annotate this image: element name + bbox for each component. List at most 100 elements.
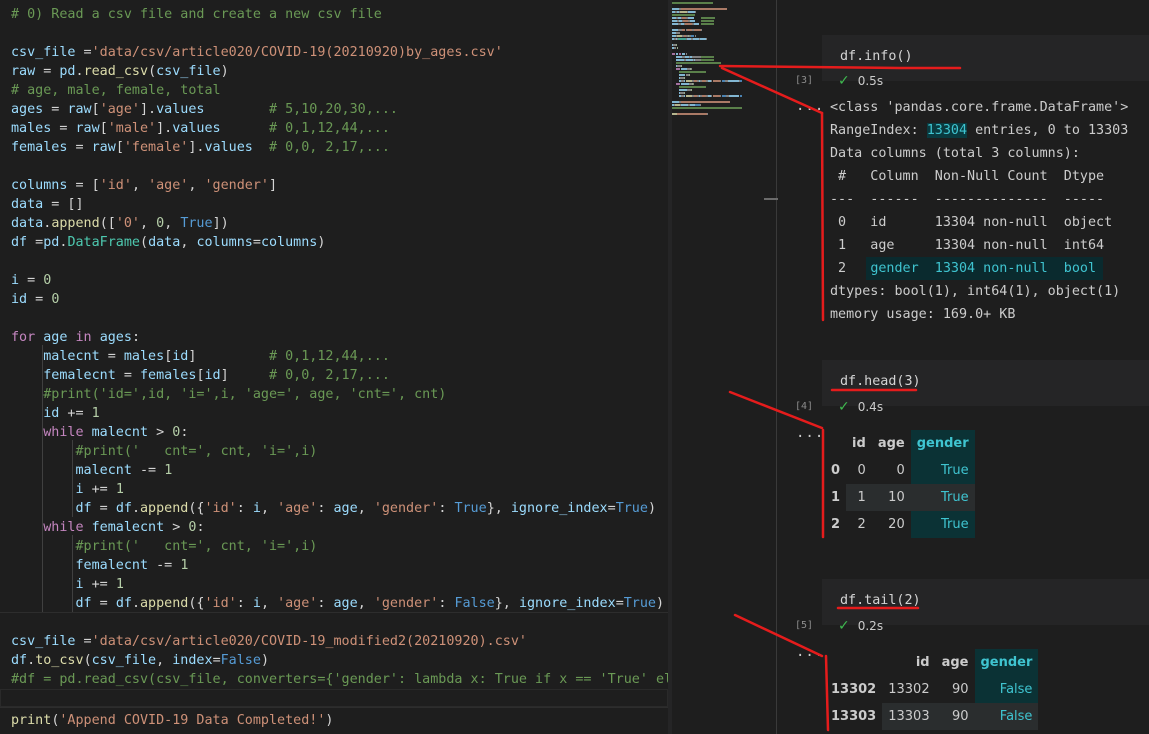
code-token: 'age' bbox=[277, 501, 318, 516]
code-token: # 0,0, 2,17,... bbox=[269, 368, 390, 383]
code-token: raw bbox=[75, 121, 100, 136]
table-cell: 20 bbox=[888, 517, 905, 532]
code-line[interactable]: i += 1 bbox=[11, 480, 124, 499]
code-token: [ bbox=[115, 140, 124, 155]
code-line[interactable]: #df = pd.read_csv(csv_file, converters={… bbox=[11, 670, 668, 689]
table-row: 2 2 20 True bbox=[825, 511, 975, 538]
code-token: DataFrame bbox=[67, 235, 140, 250]
code-line[interactable]: while malecnt > 0: bbox=[11, 423, 188, 442]
code-line[interactable]: raw = pd.read_csv(csv_file) bbox=[11, 62, 229, 81]
minimap-stroke bbox=[689, 74, 690, 76]
exec-time: 0.4s bbox=[857, 400, 884, 414]
cell-code-info[interactable]: df.info() bbox=[840, 49, 913, 64]
output-menu-button[interactable]: ... bbox=[796, 98, 824, 114]
info-row-id: 0 id 13304 non-null object bbox=[830, 215, 1113, 230]
table-cell: 0 bbox=[896, 463, 905, 478]
minimap-stroke bbox=[675, 59, 684, 61]
scrollbar-track[interactable] bbox=[776, 0, 777, 734]
code-token: values bbox=[156, 102, 205, 117]
code-token: = bbox=[75, 634, 92, 649]
code-editor[interactable]: # 0) Read a csv file and create a new cs… bbox=[0, 0, 668, 734]
minimap-stroke bbox=[692, 83, 694, 85]
code-token: id bbox=[172, 349, 189, 364]
column-header bbox=[825, 430, 846, 457]
minimap-stroke bbox=[679, 71, 707, 73]
output-menu-button[interactable]: ... bbox=[796, 425, 824, 441]
minimap-stroke bbox=[675, 68, 681, 70]
minimap-stroke bbox=[690, 20, 696, 22]
execution-count: [5] bbox=[795, 620, 814, 631]
code-token: ) bbox=[260, 653, 269, 668]
code-line[interactable]: # age, male, female, total bbox=[11, 81, 221, 100]
code-token: : bbox=[180, 425, 189, 440]
code-line[interactable]: print('Append COVID-19 Data Completed!') bbox=[11, 711, 333, 730]
code-line[interactable]: femalecnt -= 1 bbox=[11, 556, 189, 575]
code-line[interactable]: df = df.append({'id': i, 'age': age, 'ge… bbox=[11, 594, 665, 613]
code-token: = bbox=[43, 102, 68, 117]
code-line[interactable]: data = [] bbox=[11, 195, 84, 214]
code-line[interactable]: id = 0 bbox=[11, 290, 59, 309]
code-line[interactable]: #print(' cnt=', cnt, 'i=',i) bbox=[11, 537, 318, 556]
code-line[interactable]: malecnt -= 1 bbox=[11, 461, 173, 480]
cell-code-tail[interactable]: df.tail(2) bbox=[840, 593, 921, 608]
code-token: columns bbox=[196, 235, 253, 250]
code-token: id bbox=[43, 406, 60, 421]
code-token: , bbox=[164, 216, 181, 231]
code-line[interactable]: while femalecnt > 0: bbox=[11, 518, 204, 537]
output-menu-button[interactable]: ... bbox=[796, 644, 824, 660]
code-token: append bbox=[140, 501, 189, 516]
code-line[interactable]: #print(' cnt=', cnt, 'i=',i) bbox=[11, 442, 318, 461]
minimap-stroke bbox=[672, 53, 675, 55]
code-line[interactable]: csv_file ='data/csv/article020/COVID-19(… bbox=[11, 43, 503, 62]
code-token: True bbox=[180, 216, 213, 231]
minimap-stroke bbox=[683, 77, 685, 79]
code-line[interactable]: males = raw['male'].values # 0,1,12,44,.… bbox=[11, 119, 390, 138]
code-line[interactable]: df = df.append({'id': i, 'age': age, 'ge… bbox=[11, 499, 657, 518]
minimap-stroke bbox=[679, 86, 707, 88]
minimap-stroke bbox=[700, 29, 702, 31]
code-line[interactable]: femalecnt = females[id] # 0,0, 2,17,... bbox=[11, 366, 390, 385]
code-token: += bbox=[83, 482, 116, 497]
minimap[interactable] bbox=[672, 0, 750, 280]
code-line[interactable]: for age in ages: bbox=[11, 328, 140, 347]
info-row-age: 1 age 13304 non-null int64 bbox=[830, 238, 1113, 253]
code-line[interactable]: df.to_csv(csv_file, index=False) bbox=[11, 651, 269, 670]
cell-status-tail: ✓ 0.2s bbox=[838, 618, 883, 634]
minimap-stroke bbox=[728, 95, 740, 97]
code-token: 'id' bbox=[204, 596, 237, 611]
minimap-stroke bbox=[739, 80, 742, 82]
code-line[interactable]: csv_file ='data/csv/article020/COVID-19_… bbox=[11, 632, 527, 651]
code-line[interactable]: df =pd.DataFrame(data, columns=columns) bbox=[11, 233, 325, 252]
code-token: , bbox=[357, 596, 374, 611]
code-line[interactable]: id += 1 bbox=[11, 404, 99, 423]
table-cell: True bbox=[910, 511, 975, 538]
cell-code-head[interactable]: df.head(3) bbox=[840, 374, 921, 389]
code-line[interactable]: data.append(['0', 0, True]) bbox=[11, 214, 229, 233]
code-token: age bbox=[333, 596, 358, 611]
code-line[interactable]: columns = ['id', 'age', 'gender'] bbox=[11, 176, 277, 195]
code-line[interactable]: i = 0 bbox=[11, 271, 51, 290]
code-token: 'id' bbox=[99, 178, 132, 193]
minimap-stroke bbox=[681, 65, 682, 67]
code-line[interactable]: i += 1 bbox=[11, 575, 124, 594]
code-line[interactable]: females = raw['female'].values # 0,0, 2,… bbox=[11, 138, 390, 157]
code-line[interactable]: ages = raw['age'].values # 5,10,20,30,..… bbox=[11, 100, 398, 119]
code-token: id bbox=[204, 368, 221, 383]
code-token: while bbox=[43, 425, 84, 440]
code-token: ({ bbox=[188, 596, 205, 611]
code-line[interactable]: #print('id=',id, 'i=',i, 'age=', age, 'c… bbox=[11, 385, 446, 404]
minimap-stroke bbox=[681, 8, 727, 10]
code-line[interactable]: malecnt = males[id] # 0,1,12,44,... bbox=[11, 347, 390, 366]
minimap-stroke bbox=[683, 92, 685, 94]
column-header: age bbox=[877, 436, 905, 451]
code-token: += bbox=[59, 406, 92, 421]
minimap-stroke bbox=[681, 101, 730, 103]
code-line[interactable]: # 0) Read a csv file and create a new cs… bbox=[11, 5, 382, 24]
code-token: raw bbox=[67, 102, 92, 117]
table-cell: 2 bbox=[857, 517, 866, 532]
